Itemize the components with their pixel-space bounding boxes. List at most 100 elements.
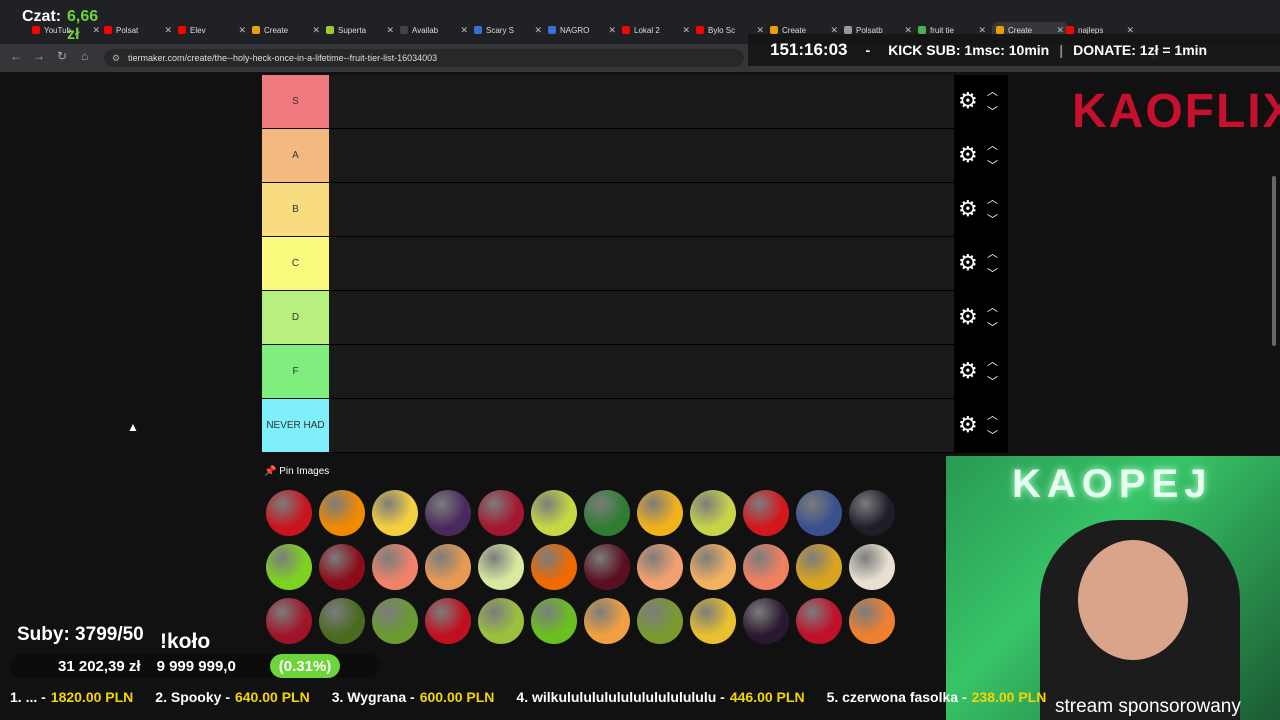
tab-favicon-icon — [844, 26, 852, 34]
move-up-icon[interactable]: ︿ — [987, 353, 998, 369]
site-info-icon[interactable]: ⚙ — [112, 53, 120, 64]
move-down-icon[interactable]: ﹀ — [987, 265, 998, 281]
move-up-icon[interactable]: ︿ — [987, 83, 998, 99]
fruit-papaya-half[interactable] — [584, 598, 630, 644]
browser-tab[interactable]: YouTub ✕ — [32, 22, 100, 38]
browser-tab[interactable]: Superta ✕ — [326, 22, 394, 38]
fruit-mulberry[interactable] — [743, 598, 789, 644]
fruit-pomegranate[interactable] — [266, 598, 312, 644]
fruit-banana[interactable] — [372, 490, 418, 536]
move-down-icon[interactable]: ﹀ — [987, 319, 998, 335]
fruit-pineapple[interactable] — [796, 544, 842, 590]
move-down-icon[interactable]: ﹀ — [987, 427, 998, 443]
fruit-honeydew[interactable] — [478, 544, 524, 590]
browser-tab[interactable]: Lokal 2 ✕ — [622, 22, 690, 38]
move-down-icon[interactable]: ﹀ — [987, 103, 998, 119]
tier-label[interactable]: C — [262, 237, 329, 290]
browser-tab[interactable]: Scary S ✕ — [474, 22, 542, 38]
fruit-blackberry[interactable] — [849, 490, 895, 536]
move-down-icon[interactable]: ﹀ — [987, 211, 998, 227]
move-up-icon[interactable]: ︿ — [987, 137, 998, 153]
tier-label[interactable]: S — [262, 75, 329, 128]
fruit-cantaloupe[interactable] — [425, 544, 471, 590]
tier-drop-zone[interactable] — [329, 129, 954, 183]
gear-icon[interactable]: ⚙ — [958, 360, 978, 382]
fruit-nectarine[interactable] — [743, 544, 789, 590]
fruit-plum[interactable] — [425, 490, 471, 536]
fruit-watermelon[interactable] — [584, 490, 630, 536]
browser-tab[interactable]: Elev ✕ — [178, 22, 246, 38]
forward-icon[interactable]: → — [33, 49, 45, 63]
move-up-icon[interactable]: ︿ — [987, 191, 998, 207]
fruit-cherries[interactable] — [319, 544, 365, 590]
home-icon[interactable]: ⌂ — [81, 49, 88, 63]
tier-drop-zone[interactable] — [329, 75, 954, 129]
fruit-pear[interactable] — [690, 490, 736, 536]
tier-drop-zone[interactable] — [329, 399, 954, 453]
address-bar[interactable]: ⚙ tiermaker.com/create/the--holy-heck-on… — [104, 49, 744, 67]
fruit-plums[interactable] — [584, 544, 630, 590]
back-icon[interactable]: ← — [10, 49, 22, 63]
tab-close-icon[interactable]: ✕ — [456, 25, 468, 36]
fruit-kiwi[interactable] — [637, 598, 683, 644]
tab-close-icon[interactable]: ✕ — [382, 25, 394, 36]
tier-drop-zone[interactable] — [329, 237, 954, 291]
gear-icon[interactable]: ⚙ — [958, 90, 978, 112]
tab-close-icon[interactable]: ✕ — [234, 25, 246, 36]
browser-tab[interactable]: Availab ✕ — [400, 22, 468, 38]
tab-close-icon[interactable]: ✕ — [530, 25, 542, 36]
fruit-mango[interactable] — [637, 490, 683, 536]
tier-drop-zone[interactable] — [329, 183, 954, 237]
fruit-green-grapes[interactable] — [531, 490, 577, 536]
pin-images-toggle[interactable]: 📌 Pin Images — [264, 466, 329, 477]
tier-controls: ⚙ ︿ ﹀ — [954, 345, 1008, 399]
browser-tab[interactable]: Polsat ✕ — [104, 22, 172, 38]
fruit-green-apple[interactable] — [531, 598, 577, 644]
fruit-peach[interactable] — [637, 544, 683, 590]
tier-label[interactable]: F — [262, 345, 329, 398]
page-scrollbar[interactable] — [1272, 176, 1276, 346]
tier-label[interactable]: B — [262, 183, 329, 236]
tab-close-icon[interactable]: ✕ — [678, 25, 690, 36]
tier-label[interactable]: NEVER HAD — [262, 399, 329, 452]
tier-drop-zone[interactable] — [329, 291, 954, 345]
fruit-redcurrant[interactable] — [425, 598, 471, 644]
move-up-icon[interactable]: ︿ — [987, 245, 998, 261]
gear-icon[interactable]: ⚙ — [958, 198, 978, 220]
fruit-apricot[interactable] — [690, 544, 736, 590]
gear-icon[interactable]: ⚙ — [958, 144, 978, 166]
browser-tab[interactable]: NAGRO ✕ — [548, 22, 616, 38]
fruit-avocado[interactable] — [319, 598, 365, 644]
tab-close-icon[interactable]: ✕ — [308, 25, 320, 36]
gear-icon[interactable]: ⚙ — [958, 306, 978, 328]
fruit-lime[interactable] — [266, 544, 312, 590]
fruit-tangerine[interactable] — [531, 544, 577, 590]
move-up-icon[interactable]: ︿ — [987, 299, 998, 315]
fruit-coconut[interactable] — [849, 544, 895, 590]
fruit-golden-kiwi[interactable] — [690, 598, 736, 644]
browser-tab[interactable]: Create ✕ — [252, 22, 320, 38]
fruit-gooseberry[interactable] — [372, 598, 418, 644]
tab-close-icon[interactable]: ✕ — [160, 25, 172, 36]
gear-icon[interactable]: ⚙ — [958, 252, 978, 274]
fruit-cranberry[interactable] — [796, 598, 842, 644]
gear-icon[interactable]: ⚙ — [958, 414, 978, 436]
fruit-apple-red[interactable] — [266, 490, 312, 536]
tab-close-icon[interactable]: ✕ — [88, 25, 100, 36]
move-down-icon[interactable]: ﹀ — [987, 373, 998, 389]
fruit-strawberry[interactable] — [743, 490, 789, 536]
move-up-icon[interactable]: ︿ — [987, 407, 998, 423]
fruit-orange[interactable] — [319, 490, 365, 536]
move-down-icon[interactable]: ﹀ — [987, 157, 998, 173]
tab-close-icon[interactable]: ✕ — [604, 25, 616, 36]
pin-images-label: Pin Images — [279, 466, 330, 477]
reload-icon[interactable]: ↻ — [57, 49, 67, 63]
tier-label[interactable]: D — [262, 291, 329, 344]
fruit-grapefruit[interactable] — [372, 544, 418, 590]
fruit-green-gooseberry[interactable] — [478, 598, 524, 644]
fruit-papaya[interactable] — [849, 598, 895, 644]
tier-label[interactable]: A — [262, 129, 329, 182]
fruit-red-grapes[interactable] — [478, 490, 524, 536]
tier-drop-zone[interactable] — [329, 345, 954, 399]
fruit-blueberries[interactable] — [796, 490, 842, 536]
